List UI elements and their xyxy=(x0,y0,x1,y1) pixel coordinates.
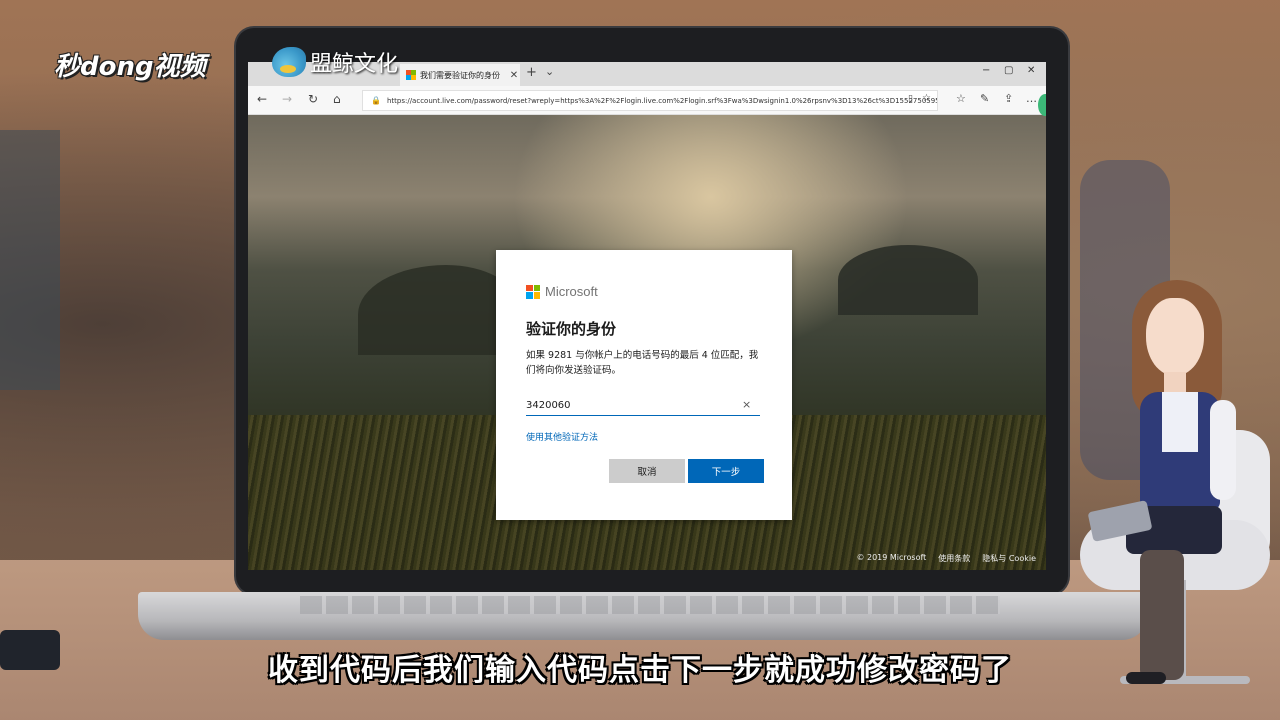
mountain-shape xyxy=(358,265,518,355)
copyright-text: © 2019 Microsoft xyxy=(856,553,927,562)
arm xyxy=(1210,400,1236,500)
laptop-screen: 我们需要验证你的身份 ✕ + ⌄ − ▢ ✕ ← → ↻ ⌂ 🔒 https:/… xyxy=(248,62,1046,570)
more-icon[interactable]: … xyxy=(1026,92,1037,105)
url-text: https://account.live.com/password/reset?… xyxy=(386,96,938,105)
dialog-description: 如果 9281 与你帐户上的电话号码的最后 4 位匹配，我们将向你发送验证码。 xyxy=(526,350,759,376)
window-close-icon[interactable]: ✕ xyxy=(1027,65,1035,76)
share-icon[interactable]: ⇪ xyxy=(1004,92,1013,105)
minimize-icon[interactable]: − xyxy=(982,65,990,76)
microsoft-favicon-icon xyxy=(406,70,416,80)
new-tab-icon[interactable]: + xyxy=(526,65,537,80)
terms-link[interactable]: 使用条款 xyxy=(938,553,970,564)
maximize-icon[interactable]: ▢ xyxy=(1004,65,1013,76)
forward-arrow-icon[interactable]: → xyxy=(282,92,292,106)
microsoft-wordmark: Microsoft xyxy=(545,284,598,299)
brand-logo: 盟鲸文化 xyxy=(272,46,398,78)
brand-name: 盟鲸文化 xyxy=(310,52,399,77)
laptop-keyboard xyxy=(300,596,1000,614)
favorite-star-icon[interactable]: ☆ xyxy=(922,93,931,104)
next-button[interactable]: 下一步 xyxy=(688,459,764,483)
page-background: Microsoft 验证你的身份 如果 9281 与你帐户上的电话号码的最后 4… xyxy=(248,115,1046,570)
reading-view-icon[interactable]: ▯ xyxy=(908,94,913,104)
tab-close-icon[interactable]: ✕ xyxy=(508,70,520,81)
page-footer: © 2019 Microsoft 使用条款 隐私与 Cookie xyxy=(856,553,1036,564)
background-blur-left xyxy=(0,130,60,390)
side-tab-indicator xyxy=(1038,94,1046,116)
url-field[interactable]: 🔒 https://account.live.com/password/rese… xyxy=(362,90,938,111)
back-arrow-icon[interactable]: ← xyxy=(257,92,267,106)
verify-identity-dialog: Microsoft 验证你的身份 如果 9281 与你帐户上的电话号码的最后 4… xyxy=(496,250,792,520)
browser-tab[interactable]: 我们需要验证你的身份 ✕ xyxy=(400,64,520,86)
tab-list-chevron-icon[interactable]: ⌄ xyxy=(545,65,554,78)
face xyxy=(1146,298,1204,376)
privacy-link[interactable]: 隐私与 Cookie xyxy=(982,553,1036,564)
tab-title: 我们需要验证你的身份 xyxy=(420,70,500,80)
whale-icon xyxy=(272,47,306,77)
channel-logo: 秒dong视频 xyxy=(54,52,206,82)
favorites-icon[interactable]: ☆ xyxy=(956,92,966,105)
microsoft-logo: Microsoft xyxy=(526,284,598,299)
lock-icon: 🔒 xyxy=(371,96,381,105)
home-icon[interactable]: ⌂ xyxy=(333,92,341,106)
shirt xyxy=(1162,392,1198,452)
clear-input-icon[interactable]: × xyxy=(742,398,751,411)
dialog-title: 验证你的身份 xyxy=(526,320,617,338)
microsoft-logo-icon xyxy=(526,284,540,299)
video-subtitle: 收到代码后我们输入代码点击下一步就成功修改密码了 xyxy=(268,653,1012,688)
address-bar-row: ← → ↻ ⌂ 🔒 https://account.live.com/passw… xyxy=(248,86,1046,115)
other-verification-method-link[interactable]: 使用其他验证方法 xyxy=(526,430,598,443)
verification-code-input[interactable] xyxy=(526,395,760,416)
refresh-icon[interactable]: ↻ xyxy=(308,92,318,106)
mountain-shape xyxy=(838,245,978,315)
pen-icon[interactable]: ✎ xyxy=(980,92,989,105)
cancel-button[interactable]: 取消 xyxy=(609,459,685,483)
